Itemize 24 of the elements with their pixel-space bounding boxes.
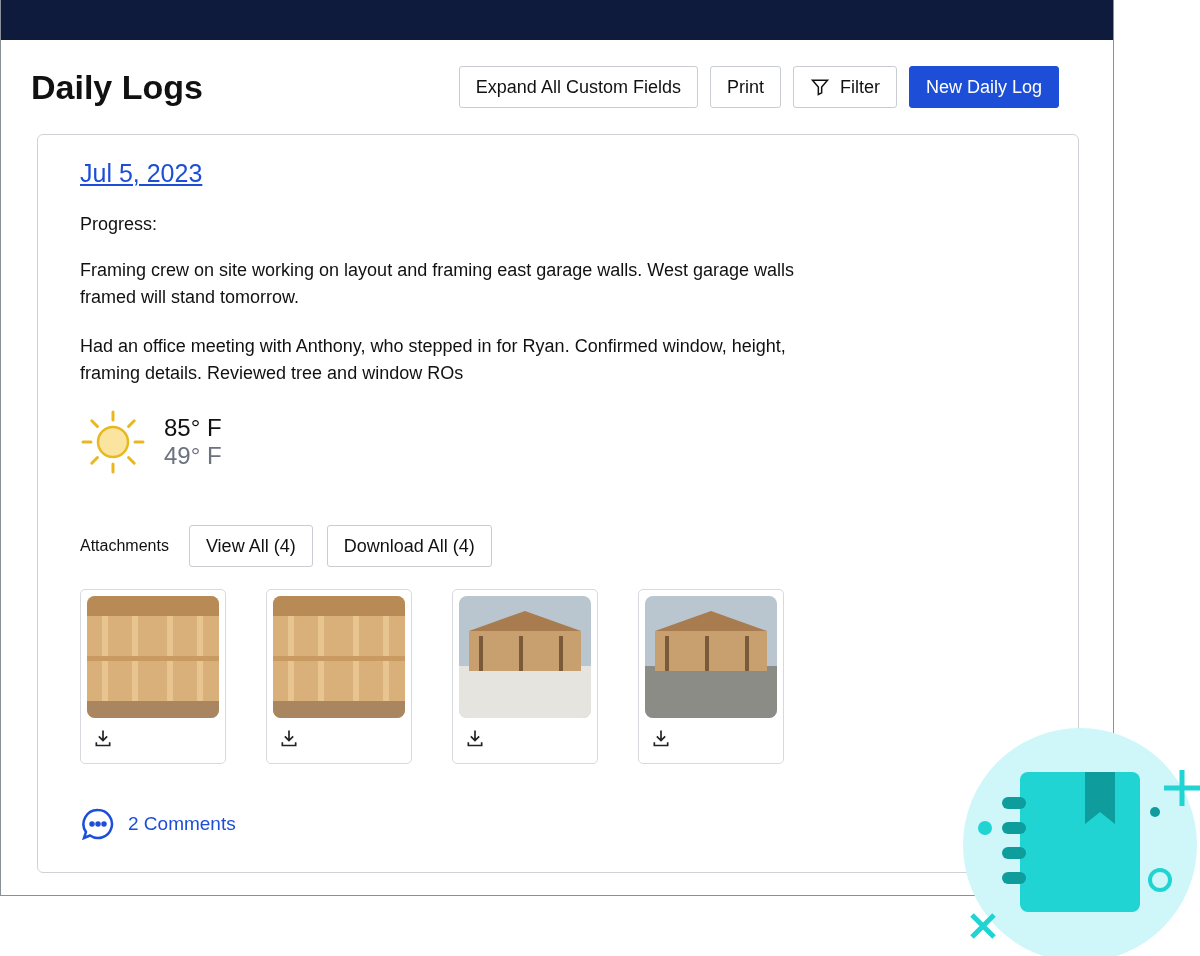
toolbar-button[interactable]: Expand All Custom Fields: [458, 66, 698, 108]
filter-icon: [809, 77, 830, 97]
new-log-button[interactable]: New Daily Log: [908, 66, 1059, 108]
low-temperature: 49° F: [164, 442, 222, 470]
attachment-card[interactable]: [452, 589, 598, 764]
comments-link[interactable]: 2 Comments: [80, 806, 236, 842]
filter-button[interactable]: Filter: [792, 66, 897, 108]
download-icon[interactable]: [93, 728, 113, 748]
sun-icon: [80, 409, 146, 475]
download-icon[interactable]: [279, 728, 299, 748]
log-paragraph: Had an office meeting with Anthony, who stepped in for Ryan. Confirmed window, height, framing details. Reviewed tree and window ROs: [80, 335, 787, 385]
download-icon[interactable]: [465, 728, 485, 748]
download-icon[interactable]: [651, 728, 671, 748]
attachments-label: Attachments: [80, 537, 169, 555]
attachments-button[interactable]: View All (4): [188, 525, 313, 567]
toolbar-button[interactable]: Print: [709, 66, 781, 108]
attachment-card[interactable]: [638, 589, 784, 764]
date-link[interactable]: Jul 5, 2023: [80, 159, 203, 188]
section-label: Progress:: [80, 214, 159, 235]
log-paragraph: Framing crew on site working on layout and framing east garage walls. West garage walls framed will stand tomorrow.: [80, 259, 795, 309]
page-title: Daily Logs: [31, 67, 203, 107]
chat-icon: [80, 806, 116, 842]
attachments-button[interactable]: Download All (4): [326, 525, 492, 567]
high-temperature: 85° F: [164, 414, 222, 442]
